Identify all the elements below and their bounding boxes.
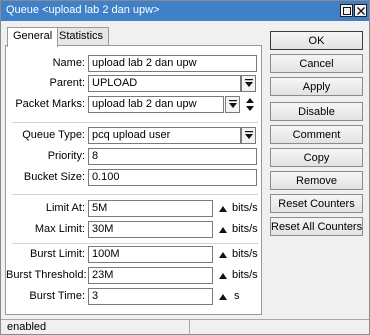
reset-all-counters-button[interactable]: Reset All Counters	[270, 217, 363, 236]
burst-threshold-label: Burst Threshold:	[6, 269, 87, 281]
arrow-up-icon	[219, 294, 227, 300]
burst-limit-toggle[interactable]	[218, 250, 228, 260]
bucket-size-label: Bucket Size:	[23, 171, 85, 183]
apply-button[interactable]: Apply	[270, 77, 363, 96]
dropdown-icon	[245, 131, 253, 139]
packet-marks-add-remove[interactable]	[245, 96, 255, 113]
queue-type-dropdown-button[interactable]	[241, 127, 256, 144]
packet-marks-label: Packet Marks:	[15, 98, 85, 110]
parent-label: Parent:	[49, 77, 85, 89]
burst-limit-input[interactable]: 100M	[88, 246, 213, 263]
restore-button[interactable]	[340, 4, 353, 17]
burst-threshold-toggle[interactable]	[218, 271, 228, 281]
burst-time-label: Burst Time:	[29, 290, 85, 302]
ok-button[interactable]: OK	[270, 31, 363, 50]
separator	[12, 194, 258, 195]
limit-at-toggle[interactable]	[218, 204, 228, 214]
separator	[12, 122, 258, 123]
queue-type-label: Queue Type:	[22, 129, 85, 141]
queue-window: Queue <upload lab 2 dan upw> General Sta…	[0, 0, 370, 335]
burst-threshold-unit: bits/s	[232, 269, 258, 281]
priority-label: Priority:	[47, 150, 85, 162]
restore-icon	[343, 7, 351, 15]
close-button[interactable]	[354, 4, 367, 17]
dropdown-icon	[245, 79, 253, 87]
packet-marks-select[interactable]: upload lab 2 dan upw	[88, 96, 224, 113]
max-limit-toggle[interactable]	[218, 225, 228, 235]
max-limit-input[interactable]: 30M	[88, 221, 213, 238]
status-text: enabled	[7, 321, 47, 333]
burst-limit-unit: bits/s	[232, 248, 258, 260]
close-icon	[357, 7, 365, 15]
burst-limit-label: Burst Limit:	[29, 248, 85, 260]
window-title: Queue <upload lab 2 dan upw>	[6, 4, 160, 16]
arrow-up-icon	[219, 227, 227, 233]
name-label: Name:	[52, 57, 85, 69]
parent-dropdown-button[interactable]	[241, 75, 256, 92]
general-panel: Name: upload lab 2 dan upw Parent: UPLOA…	[5, 45, 262, 315]
dropdown-icon	[229, 100, 237, 108]
burst-threshold-input[interactable]: 23M	[88, 267, 213, 284]
status-bar: enabled	[1, 319, 369, 335]
burst-time-unit: s	[234, 290, 240, 302]
burst-time-input[interactable]: 3	[88, 288, 213, 305]
tab-general[interactable]: General	[7, 27, 59, 47]
burst-time-toggle[interactable]	[218, 292, 228, 302]
max-limit-unit: bits/s	[232, 223, 258, 235]
parent-select[interactable]: UPLOAD	[88, 75, 241, 92]
priority-input[interactable]: 8	[88, 148, 257, 165]
max-limit-label: Max Limit:	[34, 223, 85, 235]
limit-at-unit: bits/s	[232, 202, 258, 214]
bucket-size-input[interactable]: 0.100	[88, 169, 257, 186]
packet-marks-dropdown-button[interactable]	[225, 96, 240, 113]
title-bar[interactable]: Queue <upload lab 2 dan upw>	[1, 1, 369, 21]
arrow-up-icon	[219, 273, 227, 279]
copy-button[interactable]: Copy	[270, 148, 363, 167]
queue-type-select[interactable]: pcq upload user	[88, 127, 241, 144]
reset-counters-button[interactable]: Reset Counters	[270, 194, 363, 213]
tab-statistics[interactable]: Statistics	[53, 27, 110, 46]
comment-button[interactable]: Comment	[270, 125, 363, 144]
limit-at-label: Limit At:	[45, 202, 85, 214]
remove-button[interactable]: Remove	[270, 171, 363, 190]
up-down-icon	[246, 98, 254, 111]
arrow-up-icon	[219, 206, 227, 212]
name-input[interactable]: upload lab 2 dan upw	[88, 55, 257, 72]
status-divider	[189, 320, 190, 335]
arrow-up-icon	[219, 252, 227, 258]
limit-at-input[interactable]: 5M	[88, 200, 213, 217]
separator	[12, 243, 258, 244]
cancel-button[interactable]: Cancel	[270, 54, 363, 73]
disable-button[interactable]: Disable	[270, 102, 363, 121]
